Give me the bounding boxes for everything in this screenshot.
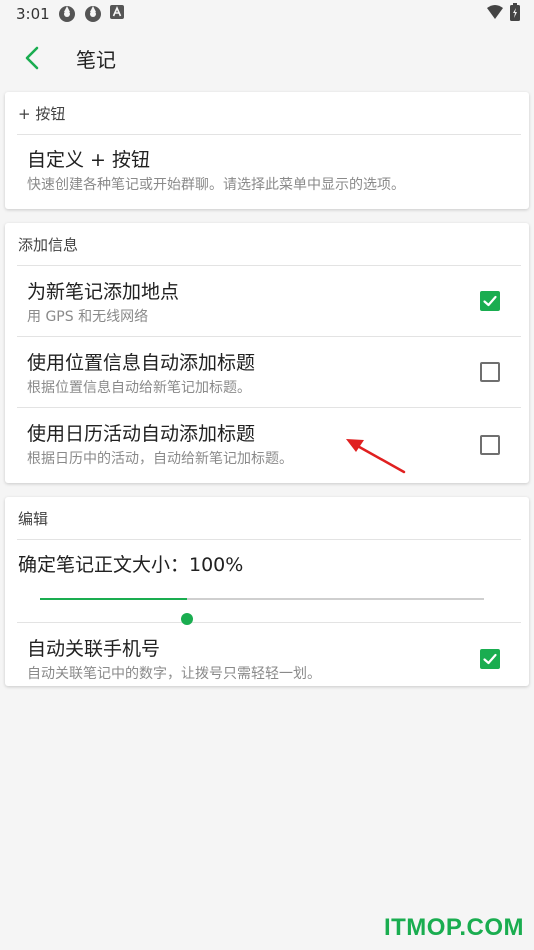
customize-plus-button-item[interactable]: 自定义 + 按钮 快速创建各种笔记或开始群聊。请选择此菜单中显示的选项。 — [5, 135, 529, 209]
item-title: 自定义 + 按钮 — [27, 149, 150, 171]
page-title: 笔记 — [76, 47, 116, 72]
check-icon — [483, 295, 497, 307]
font-size-label: 确定笔记正文大小：100% — [18, 554, 244, 576]
wifi-icon — [486, 4, 504, 24]
item-subtitle: 用 GPS 和无线网络 — [27, 309, 149, 325]
auto-link-phone-checkbox[interactable] — [480, 649, 500, 669]
calendar-title-checkbox[interactable] — [480, 434, 500, 455]
edit-section: 编辑 确定笔记正文大小：100% 自动关联手机号 自动关联笔记中的数字，让拨号只… — [5, 497, 529, 686]
location-title-item[interactable]: 使用位置信息自动添加标题 根据位置信息自动给新笔记加标题。 — [5, 337, 529, 407]
watermark: ITMOP.COM — [383, 914, 524, 941]
battery-icon — [510, 3, 520, 25]
auto-link-phone-item[interactable]: 自动关联手机号 自动关联笔记中的数字，让拨号只需轻轻一划。 — [5, 623, 529, 695]
status-time: 3:01 — [16, 5, 50, 23]
sync-icon — [58, 5, 76, 23]
item-title: 自动关联手机号 — [27, 638, 161, 660]
slider-fill — [40, 598, 187, 600]
annotation-arrow-icon — [346, 439, 406, 474]
location-title-checkbox[interactable] — [480, 362, 500, 382]
back-arrow-icon — [25, 46, 39, 70]
status-bar: 3:01 — [0, 0, 534, 28]
item-subtitle: 快速创建各种笔记或开始群聊。请选择此菜单中显示的选项。 — [27, 177, 405, 193]
font-size-slider[interactable] — [5, 578, 529, 625]
section-header: + 按钮 — [18, 104, 66, 123]
item-title: 为新笔记添加地点 — [27, 281, 180, 303]
item-subtitle: 自动关联笔记中的数字，让拨号只需轻轻一划。 — [27, 666, 321, 682]
check-icon — [483, 653, 497, 665]
sync-icon — [84, 5, 102, 23]
section-header: 编辑 — [18, 509, 49, 528]
item-subtitle: 根据位置信息自动给新笔记加标题。 — [27, 380, 251, 396]
section-header: 添加信息 — [18, 235, 79, 254]
add-info-section: 添加信息 为新笔记添加地点 用 GPS 和无线网络 使用位置信息自动添加标题 根… — [5, 223, 529, 483]
a-icon — [109, 5, 128, 23]
slider-track — [40, 598, 484, 625]
item-title: 使用位置信息自动添加标题 — [27, 352, 256, 374]
plus-button-section: + 按钮 自定义 + 按钮 快速创建各种笔记或开始群聊。请选择此菜单中显示的选项… — [5, 92, 529, 209]
back-button[interactable] — [12, 38, 52, 78]
add-location-item[interactable]: 为新笔记添加地点 用 GPS 和无线网络 — [5, 266, 529, 336]
app-bar: 笔记 — [0, 30, 534, 86]
add-location-checkbox[interactable] — [480, 291, 500, 311]
calendar-title-item[interactable]: 使用日历活动自动添加标题 根据日历中的活动，自动给新笔记加标题。 — [5, 408, 529, 481]
